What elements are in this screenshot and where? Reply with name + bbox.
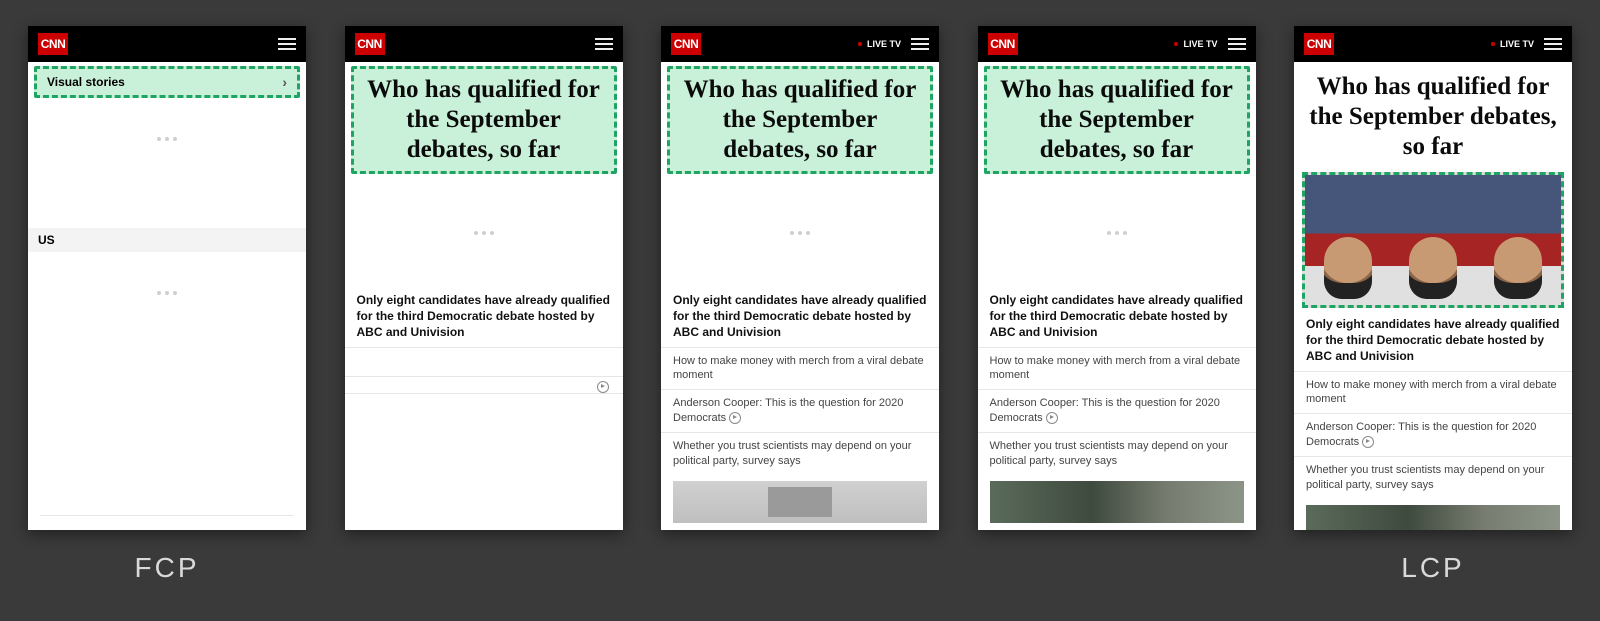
article-headline[interactable]: Who has qualified for the September deba… — [1294, 62, 1572, 168]
related-link[interactable]: Whether you trust scientists may depend … — [661, 432, 939, 475]
lcp-candidate-highlight: Who has qualified for the September deba… — [667, 66, 933, 174]
chevron-right-icon[interactable]: › — [282, 75, 287, 89]
loading-placeholder — [28, 252, 306, 334]
related-link[interactable]: How to make money with merch from a vira… — [1294, 371, 1572, 414]
related-link[interactable]: How to make money with merch from a vira… — [661, 347, 939, 390]
article-subhead[interactable]: Only eight candidates have already quali… — [978, 292, 1256, 347]
live-tv-link[interactable]: LIVE TV — [1491, 40, 1534, 49]
hero-image — [1305, 175, 1390, 305]
link-placeholder — [345, 376, 623, 393]
cnn-logo[interactable]: CNN — [988, 33, 1018, 55]
frame-4: CNN LIVE TV Who has qualified for the Se… — [978, 26, 1256, 530]
menu-icon[interactable] — [911, 38, 929, 50]
loading-placeholder — [661, 174, 939, 292]
article-headline[interactable]: Who has qualified for the September deba… — [354, 69, 614, 171]
frame-1: CNN Visual stories › US — [28, 26, 306, 530]
related-link[interactable]: Whether you trust scientists may depend … — [978, 432, 1256, 475]
cnn-logo[interactable]: CNN — [1304, 33, 1334, 55]
live-tv-link[interactable]: LIVE TV — [858, 40, 901, 49]
loading-placeholder — [28, 98, 306, 180]
play-icon — [1046, 412, 1058, 424]
lcp-candidate-highlight: Visual stories › — [34, 66, 300, 98]
related-link[interactable]: Anderson Cooper: This is the question fo… — [1294, 413, 1572, 456]
related-link[interactable]: Anderson Cooper: This is the question fo… — [661, 389, 939, 432]
menu-icon[interactable] — [1228, 38, 1246, 50]
live-dot-icon — [858, 42, 862, 46]
article-subhead[interactable]: Only eight candidates have already quali… — [1294, 316, 1572, 371]
cnn-logo[interactable]: CNN — [38, 33, 68, 55]
partial-image — [1306, 505, 1560, 530]
app-header: CNN LIVE TV — [1294, 26, 1572, 62]
label-fcp: FCP — [28, 554, 306, 582]
app-header: CNN — [345, 26, 623, 62]
article-headline[interactable]: Who has qualified for the September deba… — [987, 69, 1247, 171]
article-subhead[interactable]: Only eight candidates have already quali… — [345, 292, 623, 347]
app-header: CNN LIVE TV — [661, 26, 939, 62]
label-lcp: LCP — [1294, 554, 1572, 582]
related-link[interactable]: How to make money with merch from a vira… — [978, 347, 1256, 390]
menu-icon[interactable] — [595, 38, 613, 50]
frame-5: CNN LIVE TV Who has qualified for the Se… — [1294, 26, 1572, 530]
article-headline[interactable]: Who has qualified for the September deba… — [670, 69, 930, 171]
metric-labels: FCP LCP — [28, 554, 1572, 582]
lcp-candidate-highlight: Who has qualified for the September deba… — [351, 66, 617, 174]
article-subhead[interactable]: Only eight candidates have already quali… — [661, 292, 939, 347]
menu-icon[interactable] — [1544, 38, 1562, 50]
hero-image — [1476, 175, 1561, 305]
app-header: CNN — [28, 26, 306, 62]
related-link[interactable]: Anderson Cooper: This is the question fo… — [978, 389, 1256, 432]
section-us[interactable]: US — [28, 228, 306, 252]
cnn-logo[interactable]: CNN — [671, 33, 701, 55]
play-icon — [1362, 436, 1374, 448]
link-placeholder — [345, 393, 623, 422]
frames-row: CNN Visual stories › US CNN Who has qual… — [28, 26, 1572, 530]
live-dot-icon — [1491, 42, 1495, 46]
live-dot-icon — [1174, 42, 1178, 46]
link-placeholder — [345, 347, 623, 376]
play-icon — [729, 412, 741, 424]
cnn-logo[interactable]: CNN — [355, 33, 385, 55]
loading-placeholder — [345, 174, 623, 292]
image-loading — [673, 481, 927, 523]
hero-image — [1390, 175, 1475, 305]
loading-placeholder — [978, 174, 1256, 292]
app-header: CNN LIVE TV — [978, 26, 1256, 62]
play-icon — [597, 381, 609, 393]
frame-3: CNN LIVE TV Who has qualified for the Se… — [661, 26, 939, 530]
frame-2: CNN Who has qualified for the September … — [345, 26, 623, 530]
section-visual-stories[interactable]: Visual stories — [47, 76, 125, 88]
menu-icon[interactable] — [278, 38, 296, 50]
related-link[interactable]: Whether you trust scientists may depend … — [1294, 456, 1572, 499]
partial-image — [990, 481, 1244, 523]
lcp-element-highlight — [1302, 172, 1564, 308]
lcp-candidate-highlight: Who has qualified for the September deba… — [984, 66, 1250, 174]
live-tv-link[interactable]: LIVE TV — [1174, 40, 1217, 49]
